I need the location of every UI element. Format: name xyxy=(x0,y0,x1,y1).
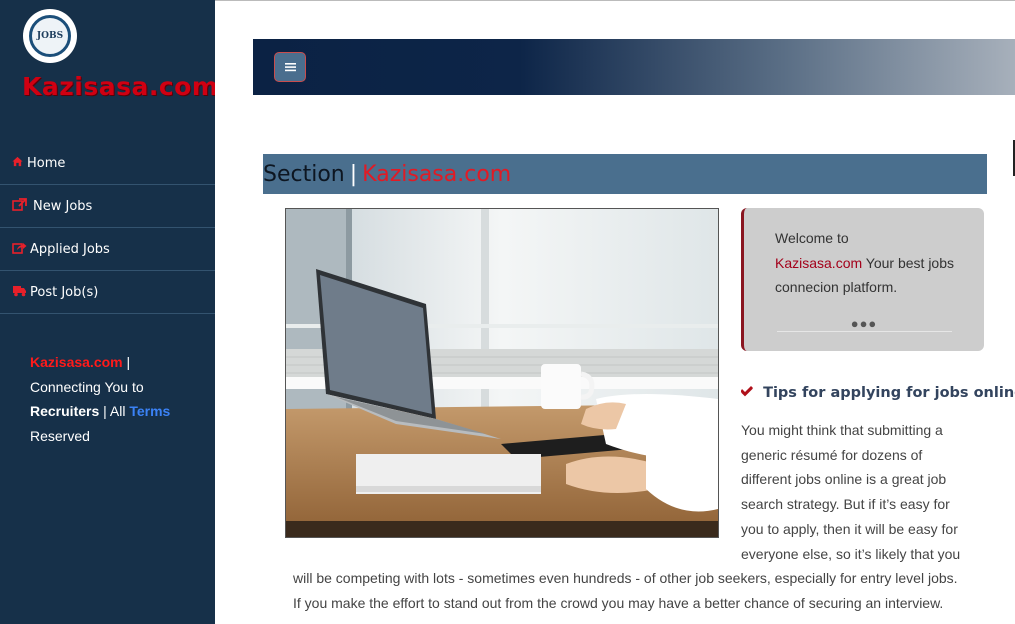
hero-image xyxy=(285,208,719,538)
sidebar-item-label: New Jobs xyxy=(33,198,93,214)
footer-recruiters: Recruiters xyxy=(30,403,100,419)
logo-text: JOBS xyxy=(36,31,64,41)
footer-site-link[interactable]: Kazisasa.com xyxy=(30,354,123,370)
tips-line-1: will be competing with lots - sometimes … xyxy=(293,570,958,586)
tips-heading: Tips for applying for jobs online xyxy=(740,385,1015,401)
truck-icon xyxy=(12,284,30,300)
sidebar: JOBS Kazisasa.com Home New Jobs Applied … xyxy=(0,0,215,624)
terms-link[interactable]: Terms xyxy=(129,403,170,419)
logo-badge: JOBS xyxy=(29,15,71,57)
top-divider xyxy=(215,0,1015,1)
tips-line-2: If you make the effort to stand out from… xyxy=(293,594,944,611)
brand-name[interactable]: Kazisasa.com xyxy=(22,72,215,101)
footer-pipe: | xyxy=(122,354,131,370)
sidebar-item-new-jobs[interactable]: New Jobs xyxy=(0,185,215,228)
home-icon xyxy=(12,156,27,170)
welcome-site-link[interactable]: Kazisasa.com xyxy=(775,255,862,271)
section-label: Section xyxy=(263,161,345,187)
sidebar-item-label: Home xyxy=(27,155,66,171)
footer-tagline: Connecting You to xyxy=(30,378,144,395)
sidebar-item-post-jobs[interactable]: Post Job(s) xyxy=(0,271,215,314)
more-dots-icon[interactable]: ●●● xyxy=(744,312,984,337)
menu-icon xyxy=(284,59,296,76)
sidebar-footer: Kazisasa.com | Connecting You to Recruit… xyxy=(30,350,190,448)
sidebar-item-home[interactable]: Home xyxy=(0,142,215,185)
share-icon xyxy=(12,241,30,257)
tips-paragraph: You might think that submitting a generi… xyxy=(741,422,961,562)
sidebar-item-label: Applied Jobs xyxy=(30,241,110,257)
welcome-line: Welcome to xyxy=(775,230,849,246)
external-link-icon xyxy=(12,198,33,214)
section-separator: | xyxy=(349,161,358,187)
welcome-card: Welcome to Kazisasa.com Your best jobs c… xyxy=(741,208,984,351)
sidebar-item-label: Post Job(s) xyxy=(30,284,99,300)
footer-all: | All xyxy=(99,403,130,419)
sidebar-nav: Home New Jobs Applied Jobs Post Job(s) xyxy=(0,142,215,314)
logo[interactable]: JOBS xyxy=(23,9,77,63)
welcome-message: Kazisasa.com Your best jobs connecion pl… xyxy=(775,251,964,300)
sidebar-item-applied-jobs[interactable]: Applied Jobs xyxy=(0,228,215,271)
footer-reserved: Reserved xyxy=(30,427,90,444)
section-title-bar: Section | Kazisasa.com xyxy=(263,154,987,194)
header-banner xyxy=(253,39,1015,95)
double-check-icon xyxy=(740,385,759,401)
tips-paragraph-continued: will be competing with lots - sometimes … xyxy=(293,566,993,615)
welcome-divider xyxy=(777,331,952,332)
tips-heading-text: Tips for applying for jobs online xyxy=(763,385,1015,401)
section-site-name: Kazisasa.com xyxy=(362,161,512,187)
menu-toggle-button[interactable] xyxy=(274,52,306,82)
